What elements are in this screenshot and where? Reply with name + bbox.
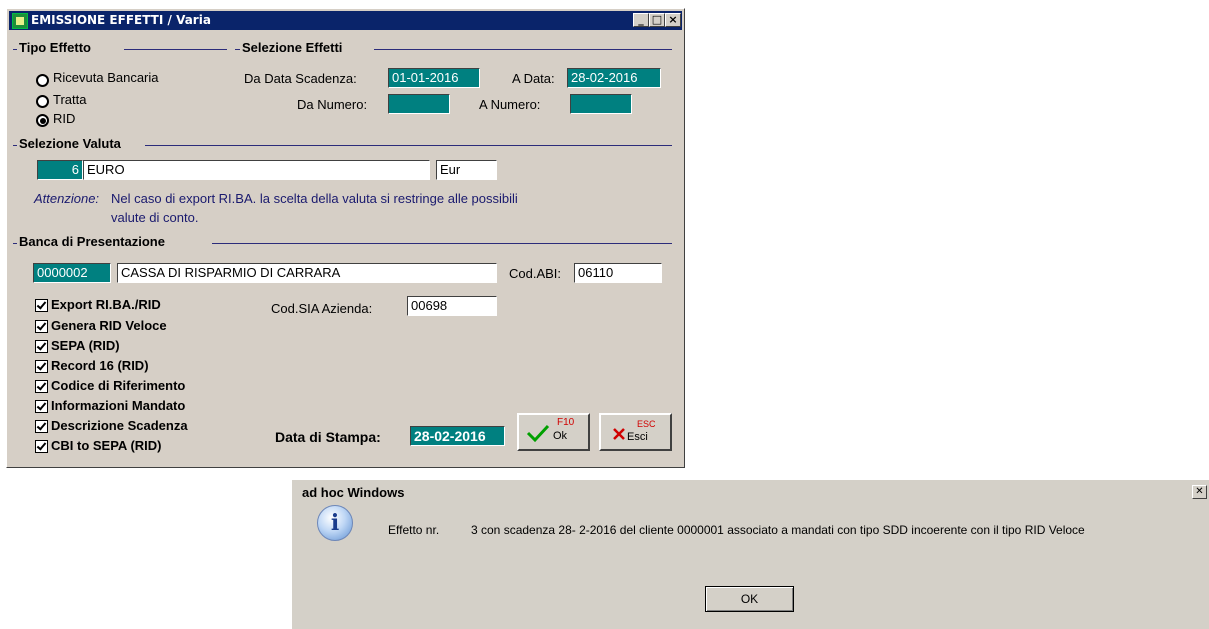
banca-code-field[interactable]: 0000002 xyxy=(33,263,111,283)
checkbox-codice-riferimento[interactable] xyxy=(35,380,48,393)
checkbox-genera-rid-veloce[interactable] xyxy=(35,320,48,333)
valuta-symbol-field[interactable]: Eur xyxy=(436,160,497,180)
checkbox-label-export: Export RI.BA./RID xyxy=(51,297,161,312)
section-rule xyxy=(13,243,17,244)
app-icon xyxy=(12,13,28,29)
ok-label: Ok xyxy=(553,430,568,442)
radio-label-tratta: Tratta xyxy=(53,92,87,107)
ok-shortcut: F10 xyxy=(557,417,575,428)
esci-button[interactable]: ESC Esci xyxy=(599,413,672,451)
attenzione-label: Attenzione: xyxy=(34,191,100,206)
data-stampa-label: Data di Stampa: xyxy=(275,429,381,445)
cancel-x-icon xyxy=(613,428,625,440)
section-rule xyxy=(145,145,672,146)
valuta-code-field[interactable]: 6 xyxy=(37,160,83,180)
main-window: EMISSIONE EFFETTI / Varia _ □ × Tipo Eff… xyxy=(6,8,685,468)
da-data-label: Da Data Scadenza: xyxy=(244,71,357,86)
da-data-field[interactable]: 01-01-2016 xyxy=(388,68,480,88)
checkbox-descrizione-scadenza[interactable] xyxy=(35,420,48,433)
radio-tratta[interactable] xyxy=(36,95,49,108)
a-data-field[interactable]: 28-02-2016 xyxy=(567,68,661,88)
abi-label: Cod.ABI: xyxy=(509,266,562,281)
a-numero-label: A Numero: xyxy=(479,97,541,112)
attenzione-note-line2: valute di conto. xyxy=(111,210,199,225)
valuta-name-field[interactable]: EURO xyxy=(83,160,430,180)
dialog-title-bar[interactable]: ad hoc Windows ✕ xyxy=(292,480,1209,506)
radio-label-ricevuta: Ricevuta Bancaria xyxy=(53,70,159,85)
checkbox-cbi-to-sepa[interactable] xyxy=(35,440,48,453)
data-stampa-field[interactable]: 28-02-2016 xyxy=(410,426,505,446)
a-data-label: A Data: xyxy=(512,71,555,86)
checkbox-label-sepa: SEPA (RID) xyxy=(51,338,120,353)
checkbox-sepa-rid[interactable] xyxy=(35,340,48,353)
section-rule xyxy=(13,49,17,50)
da-numero-field[interactable] xyxy=(388,94,450,114)
section-rule xyxy=(124,49,227,50)
ok-button[interactable]: F10 Ok xyxy=(517,413,590,451)
esci-label: Esci xyxy=(627,431,648,443)
section-rule xyxy=(212,243,672,244)
checkbox-label-record16: Record 16 (RID) xyxy=(51,358,149,373)
dialog-close-button[interactable]: ✕ xyxy=(1192,485,1207,499)
section-rule xyxy=(235,49,240,50)
sia-label: Cod.SIA Azienda: xyxy=(271,301,373,316)
section-rule xyxy=(374,49,672,50)
abi-field[interactable]: 06110 xyxy=(574,263,662,283)
selezione-valuta-heading: Selezione Valuta xyxy=(19,136,121,151)
banca-heading: Banca di Presentazione xyxy=(19,234,165,249)
checkbox-label-cbi: CBI to SEPA (RID) xyxy=(51,438,162,453)
banca-name-field[interactable]: CASSA DI RISPARMIO DI CARRARA xyxy=(117,263,497,283)
checkbox-export-riba-rid[interactable] xyxy=(35,299,48,312)
title-bar[interactable]: EMISSIONE EFFETTI / Varia _ □ × xyxy=(9,11,682,30)
radio-ricevuta-bancaria[interactable] xyxy=(36,74,49,87)
tipo-effetto-heading: Tipo Effetto xyxy=(19,40,91,55)
checkmark-icon xyxy=(526,424,550,443)
message-dialog: ad hoc Windows ✕ i Effetto nr. 3 con sca… xyxy=(292,480,1209,629)
esci-shortcut: ESC xyxy=(637,419,656,429)
message-text: 3 con scadenza 28- 2-2016 del cliente 00… xyxy=(471,523,1085,537)
selezione-effetti-heading: Selezione Effetti xyxy=(242,40,343,55)
da-numero-label: Da Numero: xyxy=(297,97,368,112)
checkbox-label-descrizione: Descrizione Scadenza xyxy=(51,418,188,433)
information-icon: i xyxy=(317,505,353,541)
dialog-title: ad hoc Windows xyxy=(302,485,405,500)
checkbox-record-16[interactable] xyxy=(35,360,48,373)
attenzione-note-line1: Nel caso di export RI.BA. la scelta dell… xyxy=(111,191,518,206)
dialog-ok-button[interactable]: OK xyxy=(705,586,794,612)
checkbox-label-genera: Genera RID Veloce xyxy=(51,318,167,333)
radio-rid[interactable] xyxy=(36,114,49,127)
maximize-button[interactable]: □ xyxy=(649,13,665,27)
radio-label-rid: RID xyxy=(53,111,76,126)
sia-field[interactable]: 00698 xyxy=(407,296,497,316)
checkbox-informazioni-mandato[interactable] xyxy=(35,400,48,413)
checkbox-label-informazioni: Informazioni Mandato xyxy=(51,398,186,413)
checkbox-label-codice: Codice di Riferimento xyxy=(51,378,186,393)
close-button[interactable]: × xyxy=(665,13,681,27)
a-numero-field[interactable] xyxy=(570,94,632,114)
message-prefix: Effetto nr. xyxy=(388,523,440,537)
window-title: EMISSIONE EFFETTI / Varia xyxy=(31,13,211,27)
minimize-button[interactable]: _ xyxy=(633,13,649,27)
section-rule xyxy=(13,145,17,146)
